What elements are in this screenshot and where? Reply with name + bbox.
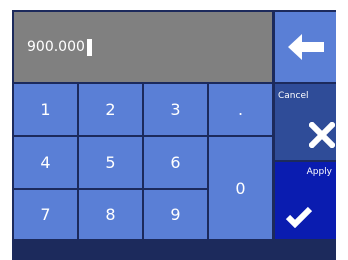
cancel-button[interactable]: Cancel: [275, 84, 336, 160]
key-4[interactable]: 4: [14, 137, 77, 188]
arrow-left-icon: [288, 34, 324, 60]
bottom-status-bar: [12, 241, 336, 260]
numeric-keypad-dialog: 900.000 1 2 3 . 4 5 6 0 7 8 9 Cancel App…: [12, 10, 336, 260]
key-decimal-point[interactable]: .: [209, 84, 272, 135]
backspace-button[interactable]: [275, 12, 336, 82]
key-9[interactable]: 9: [144, 190, 207, 239]
key-8[interactable]: 8: [79, 190, 142, 239]
key-6[interactable]: 6: [144, 137, 207, 188]
key-0[interactable]: 0: [209, 137, 272, 239]
apply-button[interactable]: Apply: [275, 162, 336, 239]
cancel-label: Cancel: [278, 91, 309, 101]
key-3[interactable]: 3: [144, 84, 207, 135]
close-icon: [309, 122, 335, 148]
key-1[interactable]: 1: [14, 84, 77, 135]
display-value: 900.000: [27, 39, 85, 55]
key-7[interactable]: 7: [14, 190, 77, 239]
value-display[interactable]: 900.000: [14, 12, 272, 82]
key-2[interactable]: 2: [79, 84, 142, 135]
checkmark-icon: [285, 206, 313, 228]
text-caret: [86, 38, 92, 56]
key-5[interactable]: 5: [79, 137, 142, 188]
apply-label: Apply: [306, 167, 332, 177]
